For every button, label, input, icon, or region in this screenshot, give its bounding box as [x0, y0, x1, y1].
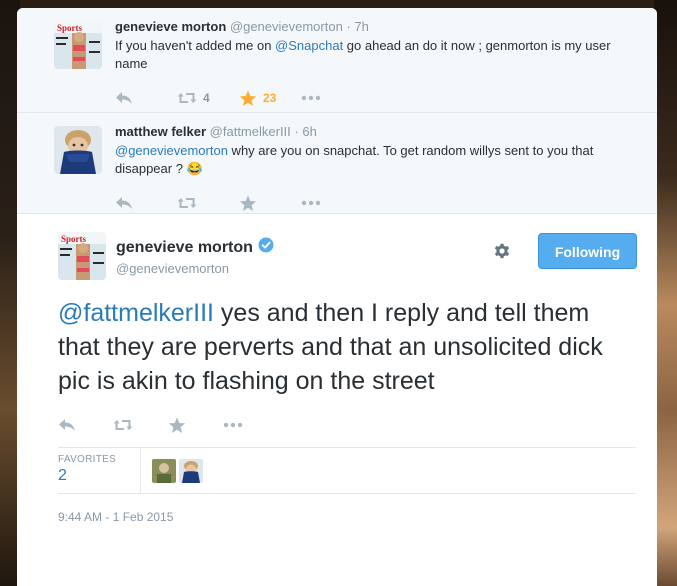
- tweet-text: If you haven't added me on @Snapchat go …: [115, 37, 637, 73]
- reply-icon: [59, 419, 75, 431]
- tweet-time[interactable]: 7h: [354, 19, 368, 34]
- favorite-button[interactable]: [239, 195, 301, 212]
- more-icon: [223, 422, 243, 428]
- masked-person-avatar-image: [54, 126, 102, 174]
- retweet-icon: [177, 198, 197, 208]
- gear-icon[interactable]: [493, 242, 511, 265]
- favorite-icon: [239, 195, 257, 211]
- tweet-timestamp[interactable]: 9:44 AM - 1 Feb 2015: [58, 510, 637, 524]
- fullname-row: genevieve morton: [116, 237, 274, 258]
- tweet-actions: 4 23: [115, 89, 637, 107]
- favorite-icon: [168, 417, 186, 433]
- fullname[interactable]: genevieve morton: [116, 239, 253, 257]
- magazine-cover-avatar-image: Sports: [54, 21, 102, 69]
- retweet-count: 4: [203, 91, 210, 105]
- screenname[interactable]: @genevievemorton: [230, 19, 343, 34]
- reply-icon: [116, 92, 132, 104]
- favoriter-avatar-image: [152, 458, 176, 483]
- more-icon: [301, 95, 321, 101]
- fullname[interactable]: genevieve morton: [115, 19, 226, 34]
- favoriter-avatars: [141, 448, 203, 493]
- tweet-actions: [58, 416, 637, 434]
- avatar[interactable]: [152, 458, 176, 483]
- more-button[interactable]: [301, 200, 363, 206]
- tweet-time[interactable]: 6h: [302, 124, 316, 139]
- reply-button[interactable]: [115, 91, 177, 105]
- ancestor-tweet[interactable]: Sports genevieve morton @genevievemorton…: [17, 8, 657, 113]
- favorite-count: 23: [263, 91, 277, 105]
- tweet-stats: FAVORITES 2: [58, 447, 636, 494]
- retweet-icon: [177, 93, 197, 103]
- favorites-label: FAVORITES: [58, 454, 117, 465]
- more-icon: [301, 200, 321, 206]
- ancestor-tweet[interactable]: matthew felker @fattmelkerIII · 6h @gene…: [17, 113, 657, 214]
- tweet-header: matthew felker @fattmelkerIII · 6h: [115, 123, 637, 141]
- magazine-cover-avatar-image: Sports: [58, 232, 106, 280]
- favorite-icon: [239, 90, 257, 106]
- page: Sports genevieve morton @genevievemorton…: [0, 0, 677, 586]
- reply-button[interactable]: [115, 196, 177, 210]
- tweet-detail-modal: Sports genevieve morton @genevievemorton…: [17, 8, 657, 586]
- screenname[interactable]: @fattmelkerIII: [210, 124, 291, 139]
- background-photo-right: [654, 0, 677, 586]
- avatar[interactable]: Sports: [58, 232, 106, 280]
- following-button[interactable]: Following: [538, 233, 637, 269]
- separator: ·: [346, 19, 351, 34]
- screenname[interactable]: @genevievemorton: [116, 261, 274, 276]
- tweet-text: @fattmelkerIII yes and then I reply and …: [58, 296, 637, 398]
- avatar[interactable]: [54, 126, 102, 174]
- tweet-header: genevieve morton @genevievemorton · 7h: [115, 18, 637, 36]
- svg-text:Sports: Sports: [57, 23, 83, 33]
- favorites-stat[interactable]: FAVORITES 2: [58, 448, 141, 493]
- reply-button[interactable]: [58, 418, 113, 432]
- verified-icon: [258, 237, 274, 258]
- avatar[interactable]: Sports: [54, 21, 102, 69]
- tweet-text-part: If you haven't added me on: [115, 38, 276, 53]
- favorites-count[interactable]: 2: [58, 467, 140, 485]
- permalink-tweet: Sports genevieve morton @genevievemorton…: [17, 232, 657, 524]
- fullname[interactable]: matthew felker: [115, 124, 206, 139]
- tweet-text: @genevievemorton why are you on snapchat…: [115, 142, 637, 178]
- separator: ·: [294, 124, 299, 139]
- permalink-header: Sports genevieve morton @genevievemorton…: [58, 232, 637, 290]
- retweet-button[interactable]: 4: [177, 91, 239, 105]
- mention-link[interactable]: @Snapchat: [275, 38, 343, 53]
- mention-link[interactable]: @fattmelkerIII: [58, 299, 214, 327]
- svg-text:Sports: Sports: [61, 234, 87, 244]
- tweet-actions: [115, 194, 637, 212]
- retweet-icon: [113, 420, 133, 430]
- more-button[interactable]: [301, 95, 363, 101]
- account-names: genevieve morton @genevievemorton: [116, 237, 274, 276]
- masked-person-avatar-image: [179, 458, 203, 483]
- favorite-button[interactable]: [168, 417, 223, 434]
- reply-icon: [116, 197, 132, 209]
- mention-link[interactable]: @genevievemorton: [115, 143, 228, 158]
- retweet-button[interactable]: [113, 418, 168, 432]
- favorite-button[interactable]: 23: [239, 90, 301, 107]
- retweet-button[interactable]: [177, 196, 239, 210]
- avatar[interactable]: [179, 458, 203, 483]
- more-button[interactable]: [223, 422, 278, 428]
